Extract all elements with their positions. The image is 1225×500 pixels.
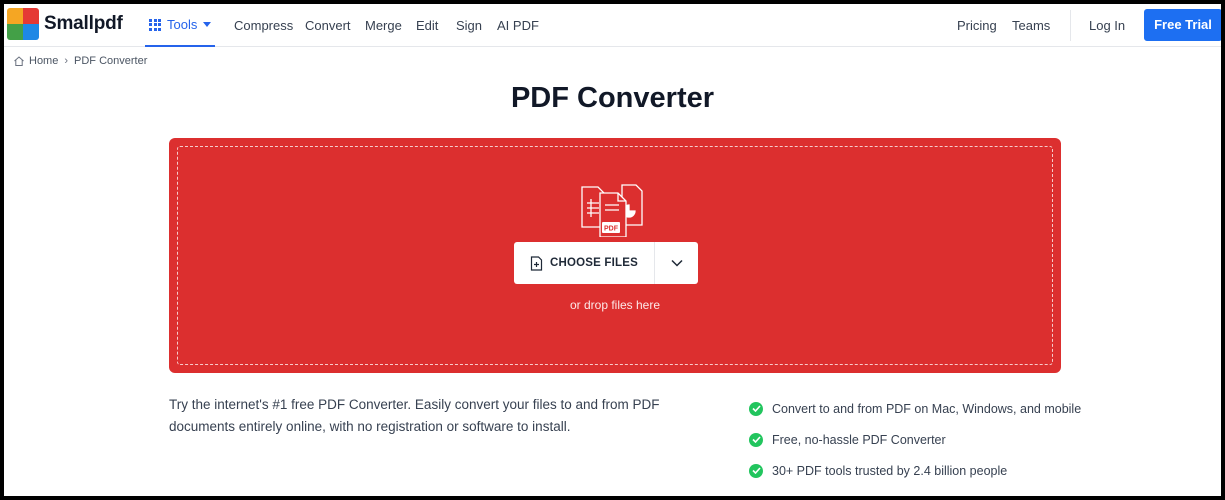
breadcrumb-current: PDF Converter [74, 55, 148, 67]
page-title: PDF Converter [510, 82, 715, 114]
chevron-down-icon [670, 259, 683, 267]
feature-list: Convert to and from PDF on Mac, Windows,… [749, 393, 1081, 486]
nav-sign[interactable]: Sign [456, 4, 482, 47]
brand-name: Smallpdf [44, 13, 123, 34]
free-trial-button[interactable]: Free Trial [1144, 9, 1221, 41]
smallpdf-logo-icon [7, 8, 39, 40]
chevron-right-icon: › [64, 55, 69, 67]
nav-convert[interactable]: Convert [305, 4, 351, 47]
file-dropzone[interactable]: PDF CHOOSE FILES or drop files here [169, 138, 1061, 373]
nav-pricing[interactable]: Pricing [957, 4, 997, 47]
nav-ai-pdf[interactable]: AI PDF [497, 4, 539, 47]
breadcrumb: Home › PDF Converter [13, 55, 147, 67]
file-add-icon [530, 255, 543, 271]
choose-files-button[interactable]: CHOOSE FILES [514, 242, 655, 284]
check-circle-icon [749, 463, 763, 478]
choose-files-dropdown[interactable] [655, 242, 698, 284]
drop-hint: or drop files here [569, 298, 661, 312]
tools-menu[interactable]: Tools [145, 4, 216, 47]
choose-files-group: CHOOSE FILES [514, 242, 698, 284]
pdf-badge: PDF [602, 222, 620, 233]
feature-item: Free, no-hassle PDF Converter [749, 424, 1081, 455]
breadcrumb-home[interactable]: Home [29, 55, 58, 67]
choose-files-label: CHOOSE FILES [549, 257, 639, 269]
caret-down-icon [203, 22, 212, 27]
tool-description: Try the internet's #1 free PDF Converter… [169, 397, 660, 434]
feature-text: Convert to and from PDF on Mac, Windows,… [772, 401, 1082, 416]
feature-item: 30+ PDF tools trusted by 2.4 billion peo… [749, 455, 1081, 486]
nav-edit[interactable]: Edit [416, 4, 438, 47]
top-nav: Smallpdf Tools Compress Convert Merge Ed… [4, 4, 1221, 47]
page-frame: Smallpdf Tools Compress Convert Merge Ed… [4, 4, 1221, 496]
check-circle-icon [749, 401, 763, 416]
nav-merge[interactable]: Merge [365, 4, 402, 47]
grid-icon [149, 18, 161, 31]
nav-divider [1070, 10, 1071, 41]
feature-text: 30+ PDF tools trusted by 2.4 billion peo… [772, 463, 1008, 478]
home-icon [14, 56, 24, 66]
nav-teams[interactable]: Teams [1012, 4, 1050, 47]
brand-logo[interactable]: Smallpdf [7, 8, 123, 40]
login-link[interactable]: Log In [1089, 4, 1125, 47]
feature-item: Convert to and from PDF on Mac, Windows,… [749, 393, 1081, 424]
pdf-badge-label: PDF [604, 225, 619, 232]
tools-label: Tools [167, 17, 198, 32]
nav-compress[interactable]: Compress [234, 4, 293, 47]
feature-text: Free, no-hassle PDF Converter [772, 432, 946, 447]
check-circle-icon [749, 432, 763, 447]
